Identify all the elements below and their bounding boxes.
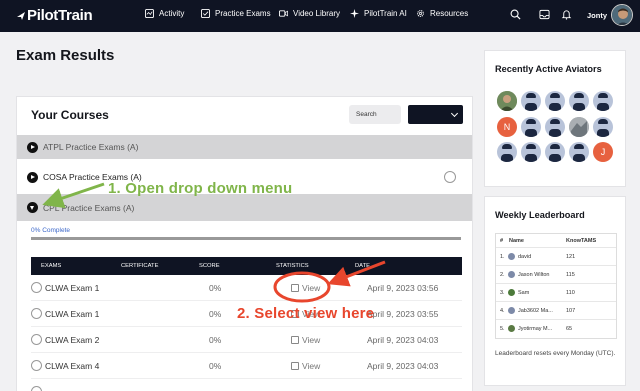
annotation-step2: 2. Select view here (237, 305, 375, 322)
annotation-overlay (42, 182, 386, 303)
green-arrow (42, 182, 105, 209)
red-circle-highlight (273, 271, 331, 303)
annotation-step1: 1. Open drop down menu (108, 180, 293, 197)
red-arrow (327, 260, 386, 287)
